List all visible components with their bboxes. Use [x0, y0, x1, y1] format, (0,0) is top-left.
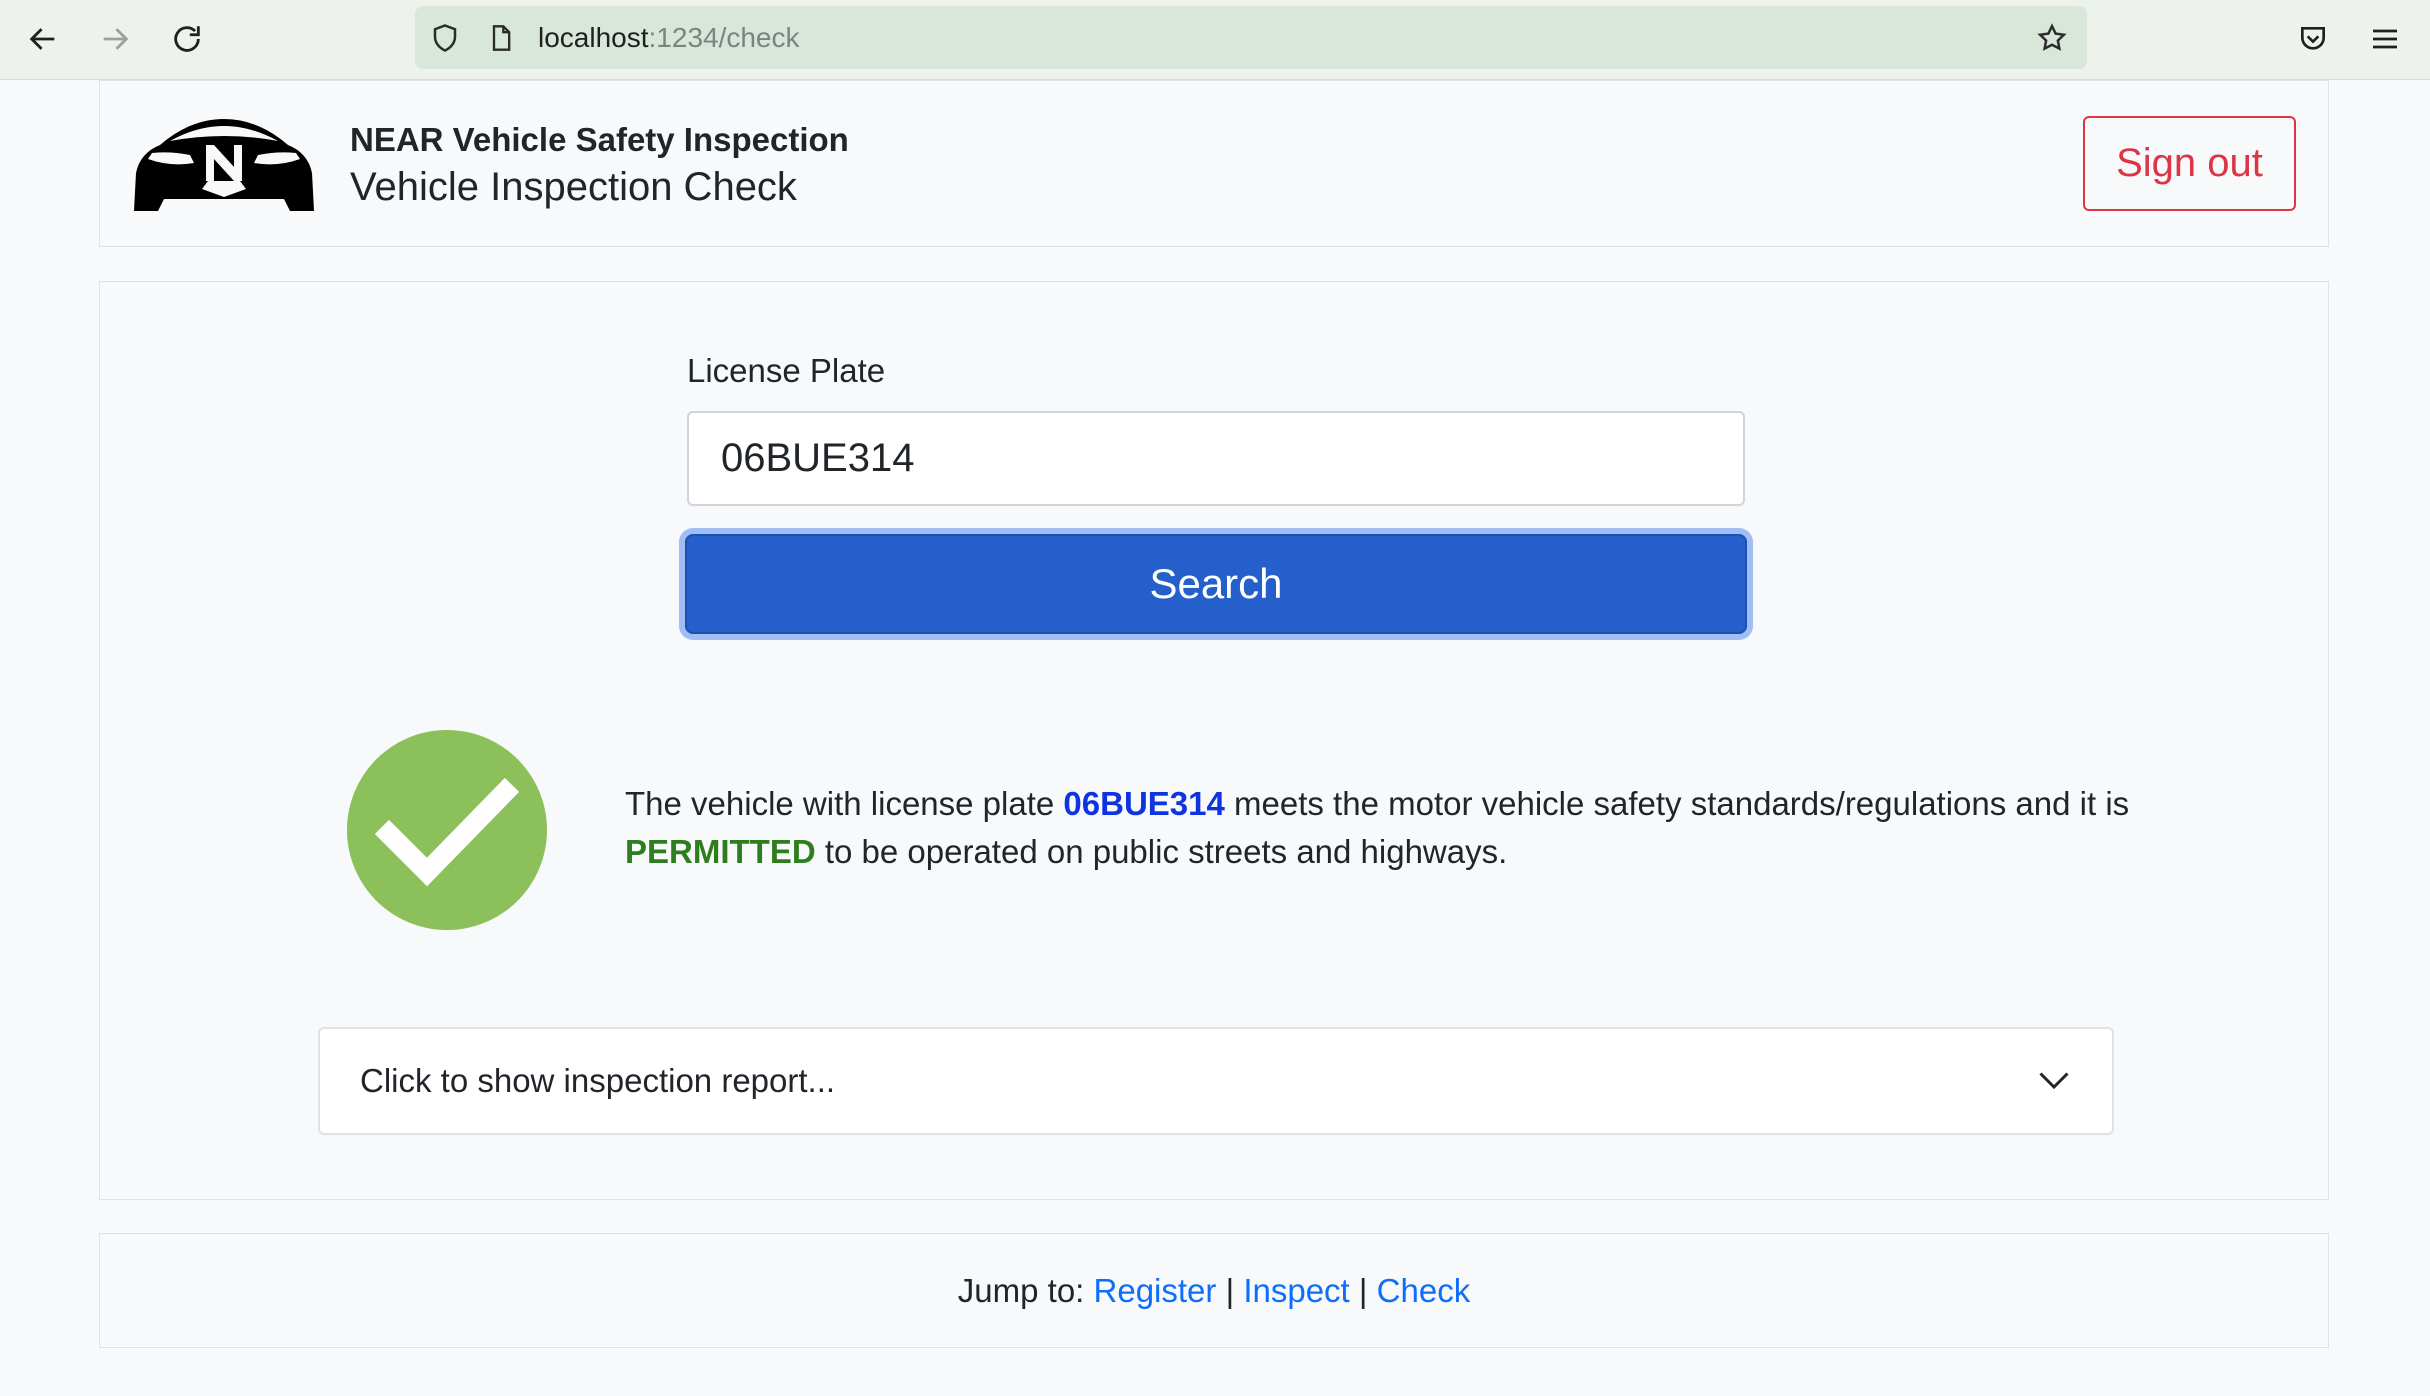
url-bar[interactable]: localhost:1234/check	[415, 6, 2087, 69]
jump-to-label: Jump to:	[957, 1272, 1094, 1309]
page-title: Vehicle Inspection Check	[350, 165, 797, 209]
car-logo-icon	[130, 111, 318, 215]
result-text-end: to be operated on public streets and hig…	[815, 833, 1508, 870]
jump-to-links: Jump to: Register | Inspect | Check	[100, 1234, 2328, 1347]
inspect-link[interactable]: Inspect	[1243, 1272, 1349, 1309]
footer-nav: Jump to: Register | Inspect | Check	[99, 1233, 2329, 1348]
page-icon	[486, 23, 516, 53]
link-separator: |	[1358, 1272, 1368, 1309]
link-separator: |	[1225, 1272, 1235, 1309]
brand-name: NEAR Vehicle Safety Inspection	[350, 121, 849, 158]
url-path: :1234/check	[648, 22, 800, 53]
shield-icon[interactable]	[430, 23, 460, 53]
result-plate: 06BUE314	[1063, 785, 1225, 822]
result-text-start: The vehicle with license plate	[625, 785, 1064, 822]
pocket-icon[interactable]	[2290, 16, 2336, 62]
license-plate-label: License Plate	[687, 352, 886, 389]
bookmark-star-icon[interactable]	[2037, 23, 2067, 53]
check-link[interactable]: Check	[1377, 1272, 1471, 1309]
menu-icon[interactable]	[2362, 16, 2408, 62]
chevron-down-icon	[2039, 1072, 2069, 1090]
register-link[interactable]: Register	[1094, 1272, 1217, 1309]
inspection-result-message: The vehicle with license plate 06BUE314 …	[625, 780, 2145, 876]
search-button[interactable]: Search	[685, 534, 1747, 634]
forward-arrow-icon[interactable]	[92, 16, 138, 62]
report-toggle-label: Click to show inspection report...	[360, 1062, 836, 1099]
url-text[interactable]: localhost:1234/check	[538, 6, 800, 69]
inspection-report-toggle[interactable]: Click to show inspection report...	[318, 1027, 2114, 1135]
reload-icon[interactable]	[164, 16, 210, 62]
sign-out-button[interactable]: Sign out	[2083, 116, 2296, 211]
result-status: PERMITTED	[625, 833, 816, 870]
check-panel: License Plate Search The vehicle with li…	[99, 281, 2329, 1200]
back-arrow-icon[interactable]	[20, 16, 66, 62]
result-text-middle: meets the motor vehicle safety standards…	[1224, 785, 2130, 822]
browser-toolbar: localhost:1234/check	[0, 0, 2430, 80]
app-header: NEAR Vehicle Safety Inspection Vehicle I…	[99, 80, 2329, 247]
checkmark-circle-icon	[347, 730, 547, 930]
license-plate-input[interactable]	[687, 411, 1745, 506]
url-host: localhost	[538, 22, 649, 53]
